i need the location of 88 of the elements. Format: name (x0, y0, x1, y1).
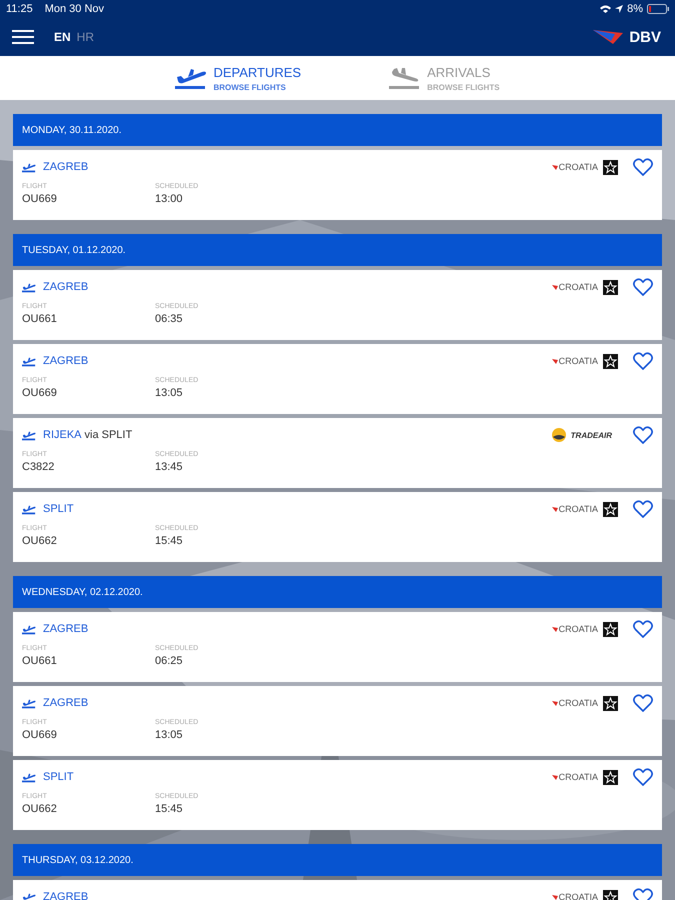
airline-name: CROATIA (558, 772, 598, 782)
star-icon (603, 770, 618, 784)
takeoff-icon (22, 892, 36, 900)
airline-name: CROATIA (558, 356, 598, 366)
scheduled-time: 06:25 (155, 655, 184, 667)
date-header: WEDNESDAY, 02.12.2020. (13, 576, 662, 608)
heart-icon[interactable] (633, 278, 653, 296)
takeoff-icon (22, 504, 36, 514)
date-header: MONDAY, 30.11.2020. (13, 114, 662, 146)
takeoff-icon (22, 282, 36, 292)
destination: SPLIT (43, 503, 74, 515)
takeoff-icon (175, 67, 208, 89)
airline-name: CROATIA (558, 698, 598, 708)
airline-logo-icon (552, 626, 558, 632)
scheduled-time: 13:05 (155, 729, 184, 741)
language-tab[interactable]: EN (54, 30, 71, 44)
flight-number: OU662 (22, 535, 58, 547)
menu-icon[interactable] (12, 29, 34, 45)
heart-icon[interactable] (633, 768, 653, 786)
star-icon (603, 890, 618, 900)
heart-icon[interactable] (633, 352, 653, 370)
sun-logo-icon (552, 428, 566, 442)
flight-number: OU661 (22, 655, 58, 667)
heart-icon[interactable] (633, 158, 653, 176)
flight-card[interactable]: ZAGREB CROATIA (13, 880, 662, 900)
airline-logo-icon (552, 700, 558, 706)
destination: SPLIT (43, 771, 74, 783)
via-text: via SPLIT (84, 429, 132, 441)
scheduled-time: 15:45 (155, 803, 184, 815)
destination: ZAGREB (43, 697, 88, 709)
airline-name: CROATIA (558, 282, 598, 292)
airline-logo-icon (552, 774, 558, 780)
star-icon (603, 160, 618, 174)
star-icon (603, 622, 618, 636)
heart-icon[interactable] (633, 620, 653, 638)
logo-icon (593, 30, 624, 44)
language-tab[interactable]: HR (76, 30, 94, 44)
airline-logo-icon (552, 284, 558, 290)
destination: ZAGREB (43, 161, 88, 173)
airline-logo-icon (552, 894, 558, 900)
takeoff-icon (22, 162, 36, 172)
star-icon (603, 280, 618, 294)
airline-logo-icon (552, 506, 558, 512)
takeoff-icon (22, 698, 36, 708)
date-header: THURSDAY, 03.12.2020. (13, 844, 662, 876)
airline-logo-icon (552, 358, 558, 364)
location-icon (615, 5, 624, 13)
scheduled-time: 13:00 (155, 193, 184, 205)
destination: ZAGREB (43, 891, 88, 900)
flight-number: OU669 (22, 729, 58, 741)
airline-name: TRADEAIR (570, 430, 612, 440)
destination: ZAGREB (43, 355, 88, 367)
heart-icon[interactable] (633, 694, 653, 712)
airline-name: CROATIA (558, 624, 598, 634)
flight-number: OU662 (22, 803, 58, 815)
status-time: 11:25 (6, 3, 33, 15)
status-date: Mon 30 Nov (44, 3, 104, 15)
takeoff-icon (22, 772, 36, 782)
heart-icon[interactable] (633, 426, 653, 444)
date-header: TUESDAY, 01.12.2020. (13, 234, 662, 266)
battery-percent: 8% (627, 3, 643, 15)
airline-name: CROATIA (558, 504, 598, 514)
battery-icon (647, 4, 669, 14)
star-icon (603, 696, 618, 710)
destination: ZAGREB (43, 623, 88, 635)
star-icon (603, 502, 618, 516)
airline-name: CROATIA (558, 162, 598, 172)
scheduled-time: 13:05 (155, 387, 184, 399)
flight-number: OU661 (22, 313, 58, 325)
scheduled-time: 15:45 (155, 535, 184, 547)
airline-logo-icon (552, 164, 558, 170)
destination: ZAGREB (43, 281, 88, 293)
flight-number: OU669 (22, 193, 58, 205)
heart-icon[interactable] (633, 500, 653, 518)
flight-number: OU669 (22, 387, 58, 399)
star-icon (603, 354, 618, 368)
flight-tab[interactable]: DEPARTURES BROWSE FLIGHTS (175, 56, 302, 100)
landing-icon (389, 67, 422, 89)
wifi-icon (600, 5, 612, 13)
scheduled-time: 06:35 (155, 313, 184, 325)
takeoff-icon (22, 356, 36, 366)
airline-name: CROATIA (558, 892, 598, 900)
destination: RIJEKA (43, 429, 82, 441)
logo-text: DBV (629, 28, 661, 46)
scheduled-time: 13:45 (155, 461, 184, 473)
takeoff-icon (22, 624, 36, 634)
flight-number: C3822 (22, 461, 56, 473)
takeoff-icon (22, 430, 36, 440)
